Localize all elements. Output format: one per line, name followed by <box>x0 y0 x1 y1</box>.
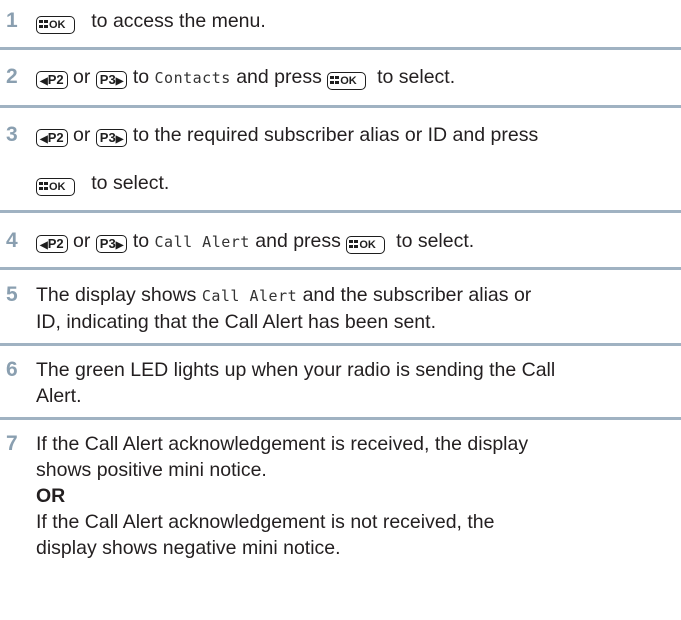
step-body: The display shows Call Alert and the sub… <box>36 284 532 333</box>
step-body: ◀P2 or P3▶ to Contacts and press OK to s… <box>36 64 671 91</box>
step-body: ◀P2 or P3▶ to the required subscriber al… <box>36 122 671 196</box>
divider <box>0 210 681 213</box>
step-number: 2 <box>6 65 18 88</box>
menu-ok-key-icon: OK <box>36 178 75 196</box>
or-label: OR <box>36 485 66 507</box>
menu-ok-key-icon: OK <box>327 72 367 90</box>
divider <box>0 343 681 346</box>
procedure-steps: 1 OK to access the menu. 2 ◀P2 or P3▶ to… <box>0 0 681 620</box>
menu-ok-key-icon: OK <box>346 236 386 254</box>
p2-key-icon: ◀P2 <box>36 129 68 147</box>
step-body: ◀P2 or P3▶ to Call Alert and press OK to… <box>36 228 671 255</box>
p2-key-icon: ◀P2 <box>36 235 68 253</box>
step-body: OK to access the menu. <box>36 8 671 34</box>
p2-key-icon: ◀P2 <box>36 71 68 89</box>
menu-item-name: Contacts <box>154 69 231 87</box>
step-body: If the Call Alert acknowledgement is rec… <box>36 431 671 561</box>
menu-ok-key-icon: OK <box>36 16 75 34</box>
step-number: 5 <box>6 283 18 306</box>
step-number: 1 <box>6 9 18 32</box>
divider <box>0 267 681 270</box>
p3-key-icon: P3▶ <box>95 129 128 147</box>
step-number: 6 <box>6 358 18 381</box>
p3-key-icon: P3▶ <box>95 71 128 89</box>
menu-item-name: Call Alert <box>201 287 298 305</box>
step-number: 7 <box>6 432 18 455</box>
divider <box>0 105 681 108</box>
divider <box>0 47 681 50</box>
menu-item-name: Call Alert <box>154 233 250 251</box>
step-number: 3 <box>6 123 18 146</box>
p3-key-icon: P3▶ <box>95 235 128 253</box>
step-text: to access the menu. <box>91 10 266 32</box>
divider <box>0 417 681 420</box>
step-body: The green LED lights up when your radio … <box>36 359 556 407</box>
step-number: 4 <box>6 229 18 252</box>
